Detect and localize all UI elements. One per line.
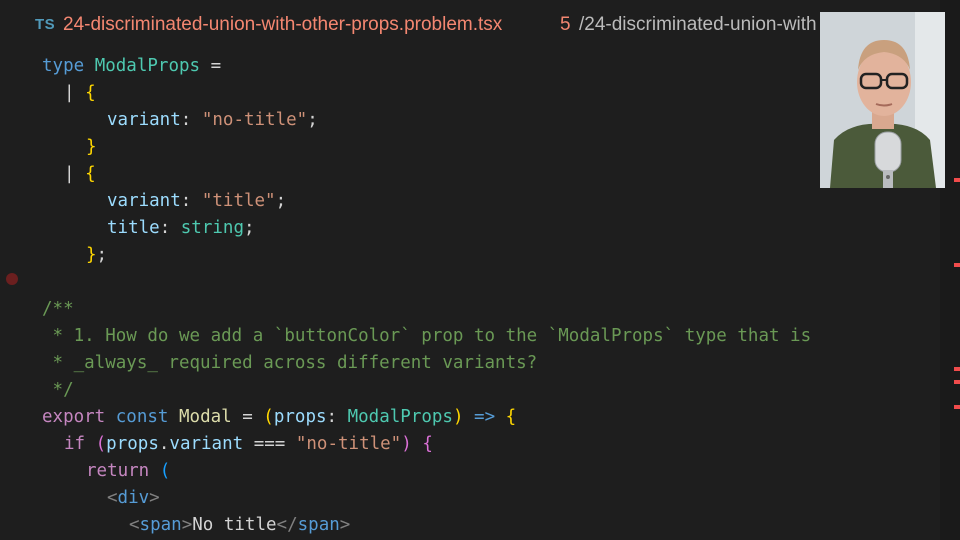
error-marker <box>954 178 960 182</box>
tab-path: /24-discriminated-union-with <box>579 14 817 35</box>
error-marker <box>954 367 960 371</box>
tab-filename[interactable]: 24-discriminated-union-with-other-props.… <box>63 14 502 36</box>
code-editor[interactable]: type ModalProps = | { variant: "no-title… <box>0 52 940 540</box>
code-line-15: if (props.variant === "no-title") { <box>64 434 433 454</box>
breakpoint-marker[interactable] <box>6 273 18 285</box>
code-line-11: * 1. How do we add a `buttonColor` prop … <box>42 326 812 346</box>
code-line-10: /** <box>42 299 74 319</box>
error-marker <box>954 405 960 409</box>
code-line-14: export const Modal = (props: ModalProps)… <box>42 407 517 427</box>
error-marker <box>954 263 960 267</box>
editor-tab[interactable]: TS 24-discriminated-union-with-other-pro… <box>0 0 960 52</box>
code-line-16: return ( <box>86 461 171 481</box>
webcam-video <box>820 12 945 188</box>
code-line-7: title: string; <box>107 218 255 238</box>
error-marker <box>954 380 960 384</box>
code-line-12: * _always_ required across different var… <box>42 353 538 373</box>
code-line-13: */ <box>42 380 74 400</box>
presenter-image <box>820 12 945 188</box>
code-line-6: variant: "title"; <box>107 191 287 211</box>
code-line-18: <span>No title</span> <box>129 515 351 535</box>
code-line-8: }; <box>86 245 108 265</box>
code-line-17: <div> <box>107 488 160 508</box>
problem-count-badge: 5 <box>560 14 571 35</box>
typescript-file-icon: TS <box>35 16 56 33</box>
